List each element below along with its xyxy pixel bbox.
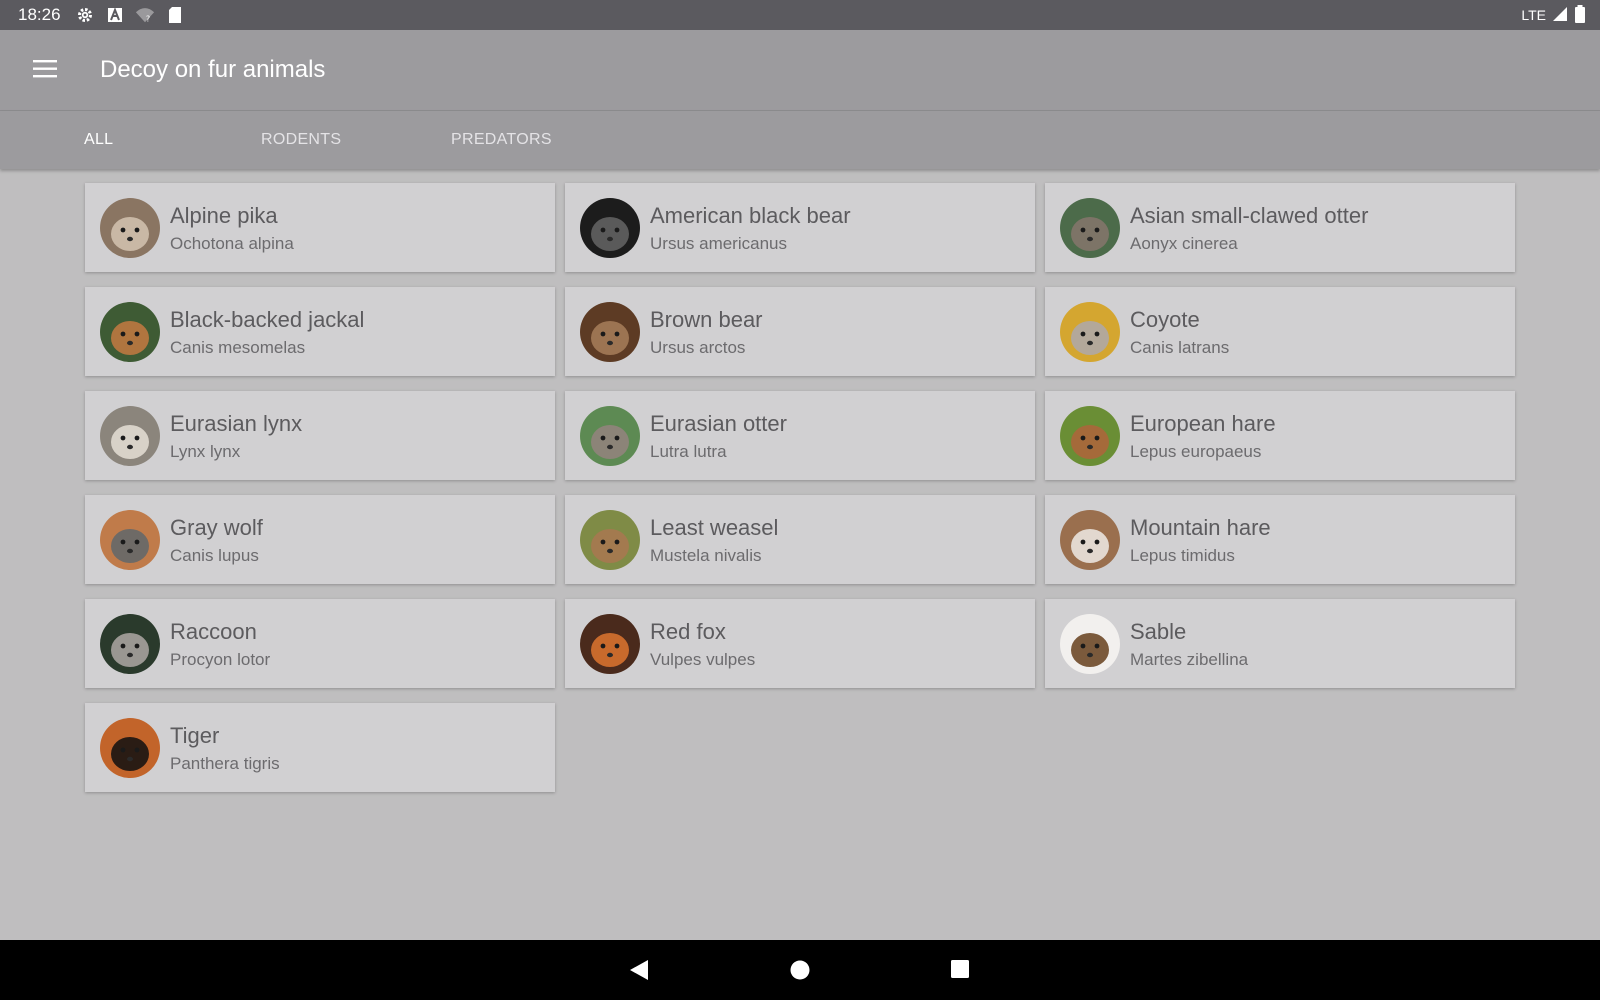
animal-avatar [580,406,640,466]
tab-predators[interactable]: PREDATORS [451,111,552,169]
animal-name: American black bear [650,203,851,228]
signal-icon [1552,6,1568,25]
animal-scientific-name: Lutra lutra [650,442,727,461]
animal-card[interactable]: Sable Martes zibellina [1045,599,1515,688]
animal-avatar [580,614,640,674]
animal-scientific-name: Lepus timidus [1130,546,1235,565]
animal-name: Eurasian lynx [170,411,303,436]
animal-name: Least weasel [650,515,779,540]
animal-card[interactable]: Eurasian lynx Lynx lynx [85,391,555,480]
animal-card[interactable]: Raccoon Procyon lotor [85,599,555,688]
sd-card-icon [165,5,185,25]
tab-all[interactable]: ALL [84,111,113,169]
animal-avatar [100,406,160,466]
animal-scientific-name: Ochotona alpina [170,234,294,253]
tab-rodents[interactable]: RODENTS [261,111,341,169]
animal-name: Sable [1130,619,1187,644]
animal-name: Asian small-clawed otter [1130,203,1369,228]
animal-card[interactable]: European hare Lepus europaeus [1045,391,1515,480]
app-bar: Decoy on fur animals [0,30,1600,110]
animal-scientific-name: Procyon lotor [170,650,271,669]
animal-avatar [580,198,640,258]
status-right: LTE [1521,0,1586,30]
animal-scientific-name: Panthera tigris [170,754,280,773]
animal-avatar [580,510,640,570]
animal-name: Mountain hare [1130,515,1271,540]
animal-card[interactable]: Least weasel Mustela nivalis [565,495,1035,584]
network-label: LTE [1521,7,1546,23]
animal-card[interactable]: Gray wolf Canis lupus [85,495,555,584]
animal-scientific-name: Canis lupus [170,546,259,565]
animal-name: Coyote [1130,307,1200,332]
animal-avatar [1060,198,1120,258]
animal-avatar [1060,406,1120,466]
battery-icon [1574,4,1586,26]
animal-name: Black-backed jackal [170,307,365,332]
animal-card[interactable]: Mountain hare Lepus timidus [1045,495,1515,584]
animal-name: Tiger [170,723,220,748]
animal-card[interactable]: Coyote Canis latrans [1045,287,1515,376]
animal-scientific-name: Canis mesomelas [170,338,306,357]
animal-avatar [1060,614,1120,674]
animal-scientific-name: Martes zibellina [1130,650,1249,669]
wifi-question-icon: ? [135,5,155,25]
animal-scientific-name: Lepus europaeus [1130,442,1262,461]
tab-bar: ALL RODENTS PREDATORS [0,111,1600,169]
animal-card[interactable]: Black-backed jackal Canis mesomelas [85,287,555,376]
status-bar: 18:26 ? LTE [0,0,1600,30]
animal-card[interactable]: Brown bear Ursus arctos [565,287,1035,376]
animal-name: Raccoon [170,619,257,644]
animal-avatar [100,718,160,778]
animal-name: Alpine pika [170,203,278,228]
animal-scientific-name: Vulpes vulpes [650,650,756,669]
hamburger-menu-icon[interactable] [32,58,58,80]
app-title: Decoy on fur animals [100,56,326,83]
animal-card[interactable]: Alpine pika Ochotona alpina [85,183,555,272]
animal-name: Eurasian otter [650,411,787,436]
status-time: 18:26 [18,5,61,24]
animal-name: European hare [1130,411,1276,436]
animal-card[interactable]: Asian small-clawed otter Aonyx cinerea [1045,183,1515,272]
animal-avatar [580,302,640,362]
animal-avatar [100,198,160,258]
animal-scientific-name: Canis latrans [1130,338,1230,357]
a-letter-icon [105,5,125,25]
navigation-bar [0,940,1600,1000]
recents-square-icon[interactable] [950,959,970,984]
settings-gear-icon [75,5,95,25]
animal-card[interactable]: Red fox Vulpes vulpes [565,599,1035,688]
animal-card[interactable]: Eurasian otter Lutra lutra [565,391,1035,480]
animal-name: Brown bear [650,307,763,332]
animal-scientific-name: Ursus arctos [650,338,746,357]
animal-avatar [1060,510,1120,570]
back-triangle-icon[interactable] [628,958,650,987]
home-circle-icon[interactable] [789,959,811,986]
animal-avatar [1060,302,1120,362]
animal-scientific-name: Ursus americanus [650,234,787,253]
svg-text:?: ? [145,13,149,23]
animal-scientific-name: Mustela nivalis [650,546,762,565]
animal-scientific-name: Aonyx cinerea [1130,234,1238,253]
animal-avatar [100,302,160,362]
animal-name: Red fox [650,619,726,644]
animal-card[interactable]: Tiger Panthera tigris [85,703,555,792]
animal-card[interactable]: American black bear Ursus americanus [565,183,1035,272]
animal-avatar [100,510,160,570]
animal-name: Gray wolf [170,515,263,540]
animal-avatar [100,614,160,674]
animal-scientific-name: Lynx lynx [170,442,241,461]
